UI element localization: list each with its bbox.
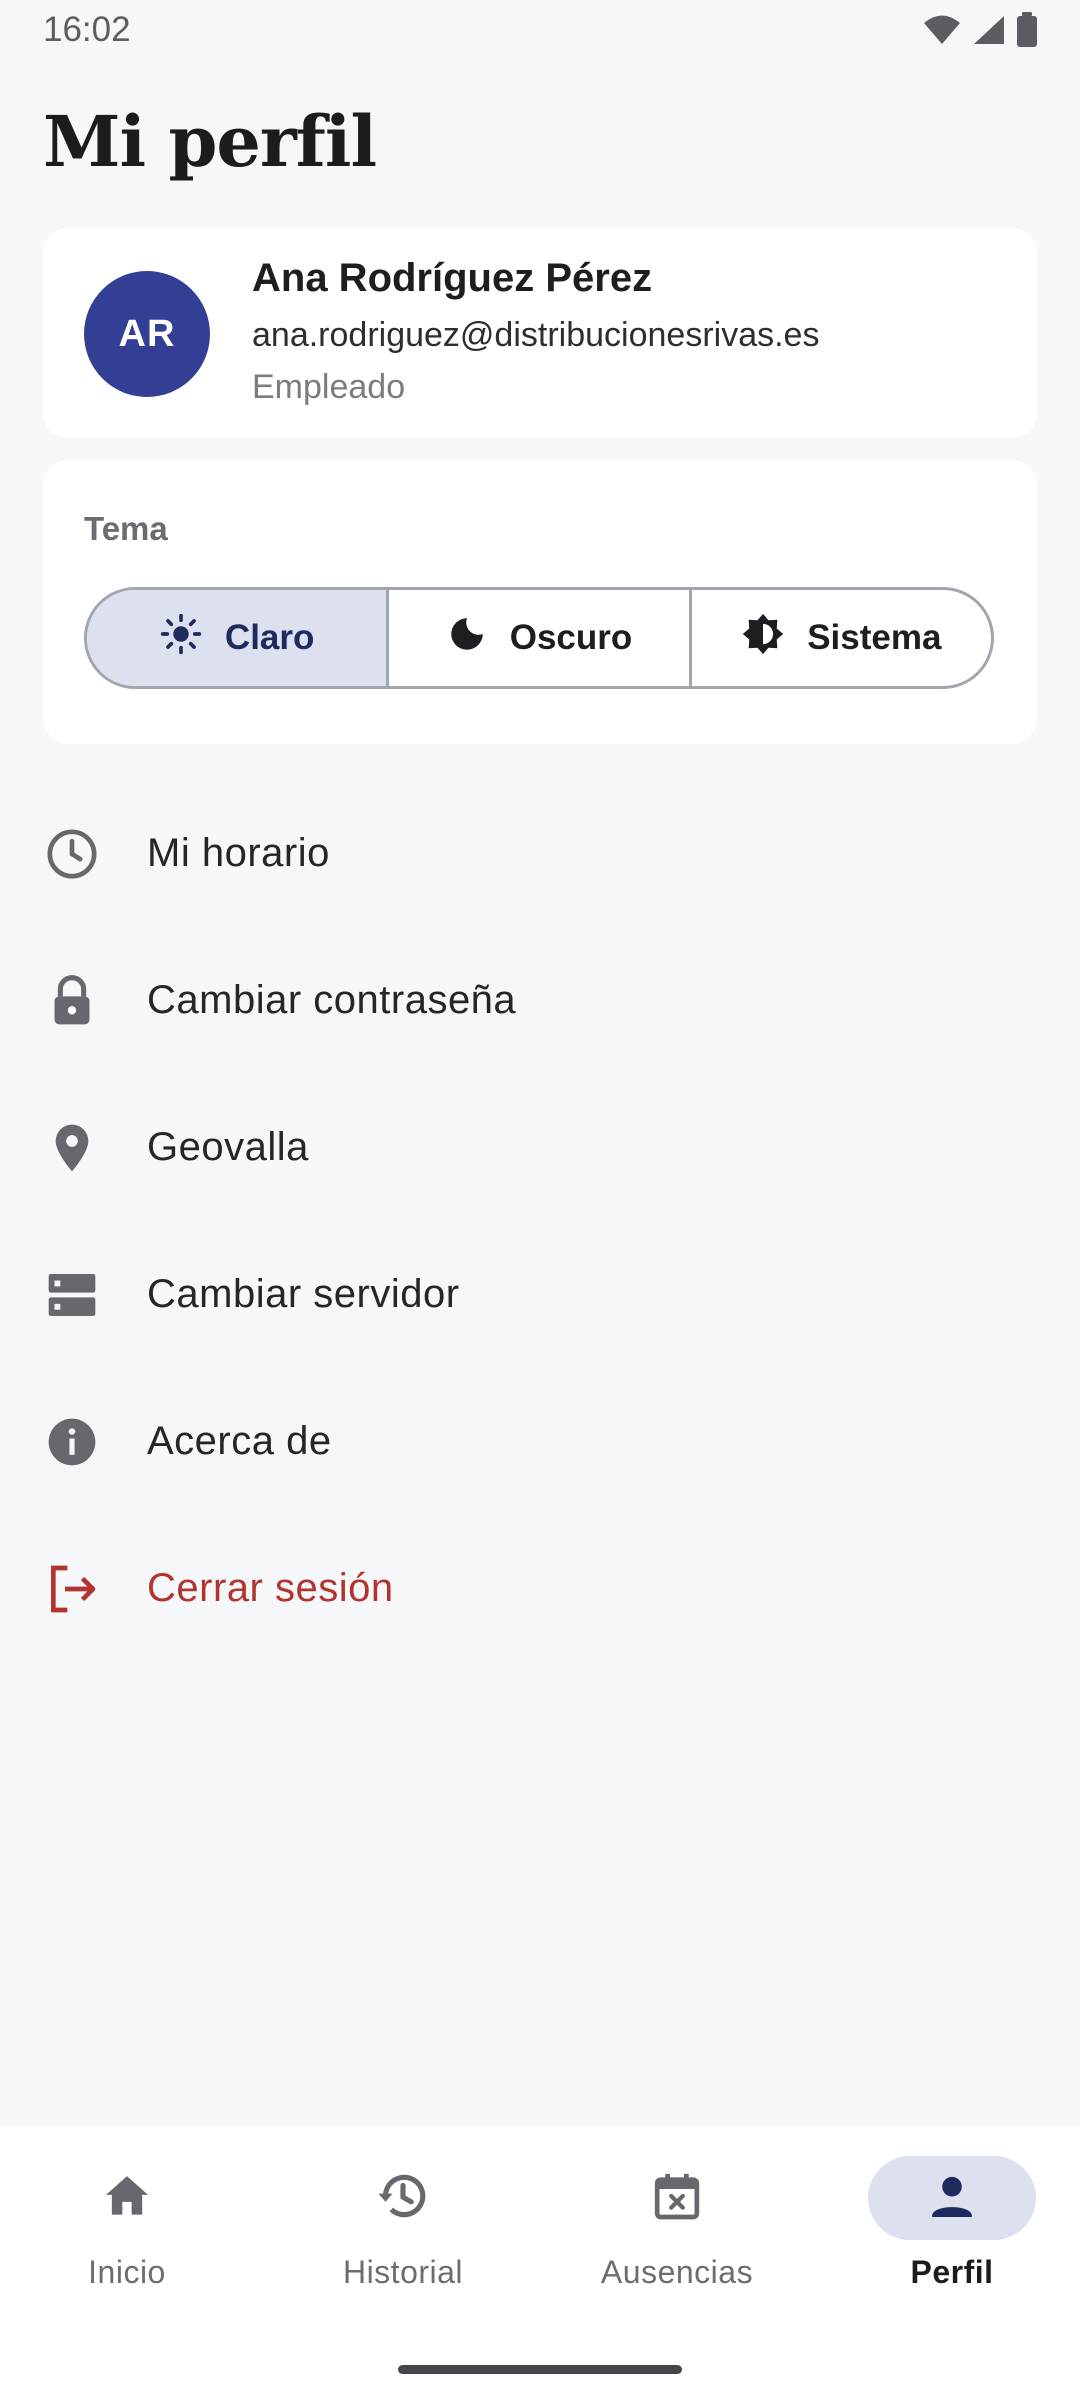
theme-selector: Claro Oscuro Sistema: [84, 587, 994, 689]
moon-icon: [446, 613, 488, 664]
nav-pill: [319, 2156, 487, 2240]
theme-card: Tema Claro Oscuro Sistema: [43, 460, 1037, 744]
clock-icon: [44, 826, 100, 882]
info-icon: [44, 1414, 100, 1470]
lock-icon: [44, 973, 100, 1029]
menu-item-label: Acerca de: [147, 1419, 332, 1463]
profile-menu: Mi horario Cambiar contraseña Geovalla C…: [0, 780, 1080, 1662]
nav-item-ausencias[interactable]: Ausencias: [577, 2156, 777, 2316]
history-icon: [375, 2168, 431, 2229]
menu-item-cambiar-servidor[interactable]: Cambiar servidor: [0, 1221, 1080, 1368]
calendar-x-icon: [649, 2168, 705, 2229]
theme-label: Tema: [84, 510, 168, 547]
theme-option-label: Oscuro: [509, 618, 633, 657]
status-time: 16:02: [43, 10, 131, 49]
menu-item-cerrar-sesion[interactable]: Cerrar sesión: [0, 1515, 1080, 1662]
nav-pill: [593, 2156, 761, 2240]
menu-item-label: Cerrar sesión: [147, 1566, 394, 1610]
theme-option-label: Sistema: [807, 618, 942, 657]
battery-icon: [1016, 12, 1038, 53]
nav-label: Ausencias: [600, 2254, 754, 2290]
theme-option-claro[interactable]: Claro: [87, 590, 390, 686]
wifi-icon: [922, 14, 962, 51]
menu-item-mi-horario[interactable]: Mi horario: [0, 780, 1080, 927]
nav-label: Perfil: [910, 2254, 994, 2290]
profile-name: Ana Rodríguez Pérez: [252, 256, 653, 300]
menu-item-label: Cambiar contraseña: [147, 978, 517, 1022]
menu-item-cambiar-contrasena[interactable]: Cambiar contraseña: [0, 927, 1080, 1074]
signal-icon: [972, 14, 1006, 51]
person-icon: [924, 2168, 980, 2229]
nav-item-inicio[interactable]: Inicio: [27, 2156, 227, 2316]
location-pin-icon: [44, 1120, 100, 1176]
menu-item-label: Mi horario: [147, 831, 330, 875]
brightness-auto-icon: [741, 612, 785, 665]
nav-label: Inicio: [88, 2254, 166, 2290]
menu-item-label: Geovalla: [147, 1125, 309, 1169]
profile-email: ana.rodriguez@distribucionesrivas.es: [252, 316, 820, 354]
server-icon: [44, 1267, 100, 1323]
menu-item-acerca-de[interactable]: Acerca de: [0, 1368, 1080, 1515]
profile-card: AR Ana Rodríguez Pérez ana.rodriguez@dis…: [43, 228, 1037, 438]
theme-option-sistema[interactable]: Sistema: [692, 590, 991, 686]
nav-label: Historial: [342, 2254, 464, 2290]
bottom-nav: Inicio Historial Ausencias Perfil: [0, 2126, 1080, 2400]
nav-item-historial[interactable]: Historial: [303, 2156, 503, 2316]
nav-pill: [43, 2156, 211, 2240]
nav-item-perfil[interactable]: Perfil: [852, 2156, 1052, 2316]
status-bar: 16:02: [0, 0, 1080, 64]
theme-option-label: Claro: [224, 618, 315, 657]
logout-icon: [44, 1561, 100, 1617]
status-icons: [922, 12, 1038, 53]
profile-role: Empleado: [252, 368, 406, 406]
menu-item-geovalla[interactable]: Geovalla: [0, 1074, 1080, 1221]
menu-item-label: Cambiar servidor: [147, 1272, 460, 1316]
sun-icon: [159, 612, 203, 665]
avatar: AR: [84, 271, 210, 397]
nav-pill: [868, 2156, 1036, 2240]
home-icon: [99, 2168, 155, 2229]
page-title: Mi perfil: [43, 100, 377, 183]
home-indicator[interactable]: [398, 2365, 682, 2374]
theme-option-oscuro[interactable]: Oscuro: [389, 590, 692, 686]
